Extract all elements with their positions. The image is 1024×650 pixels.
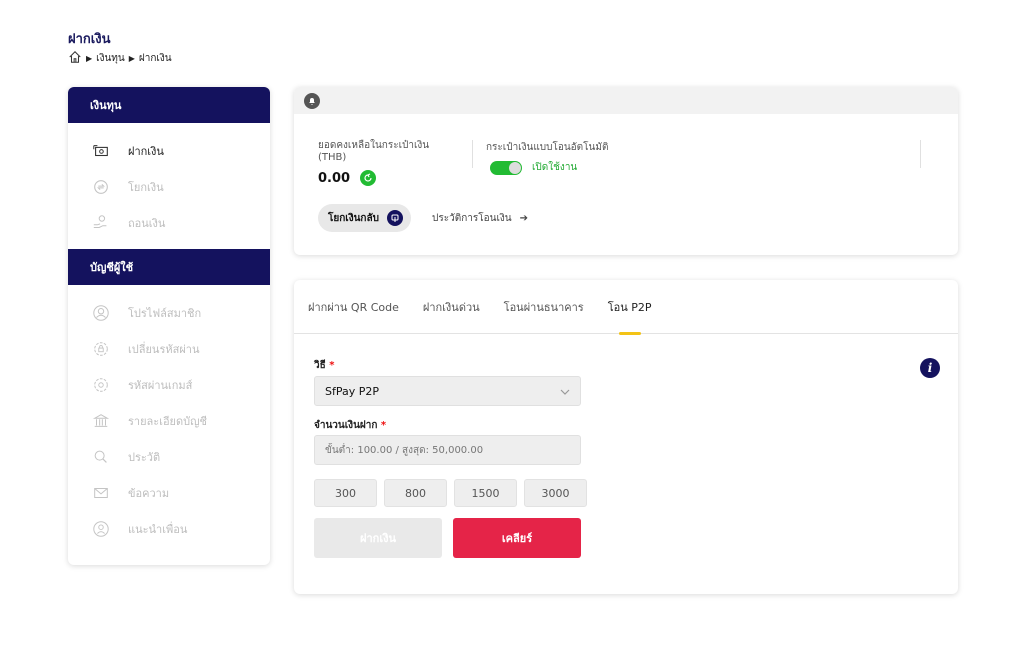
method-select[interactable]: SfPay P2P [314,376,581,406]
sidebar-item-label: รหัสผ่านเกมส์ [128,379,193,392]
sidebar-item-label: โปรไฟล์สมาชิก [128,307,202,320]
quick-amounts: 300 800 1500 3000 [314,479,587,507]
game-password-icon [90,374,112,396]
sidebar-item-label: แนะนำเพื่อน [128,523,188,536]
deposit-tabs: ฝากผ่าน QR Code ฝากเงินด่วน โอนผ่านธนาคา… [294,280,958,334]
sidebar-item-label: ฝากเงิน [128,145,164,158]
sidebar: เงินทุน ฝากเงิน โยกเงิน ถอนเงิน บัญชีผู้… [68,87,270,565]
sidebar-item-messages[interactable]: ข้อความ [68,475,270,511]
required-mark: * [329,360,335,371]
message-icon [90,482,112,504]
profile-icon [90,302,112,324]
sidebar-item-change-password[interactable]: เปลี่ยนรหัสผ่าน [68,331,270,367]
withdraw-icon [90,212,112,234]
auto-wallet-status: เปิดใช้งาน [532,162,578,173]
refresh-icon[interactable] [360,170,377,186]
tab-qr-code[interactable]: ฝากผ่าน QR Code [308,280,399,334]
sidebar-section-funds-title: เงินทุน [68,87,270,123]
method-label: วิธี * [314,360,335,371]
tab-bank-transfer[interactable]: โอนผ่านธนาคาร [504,280,584,334]
amount-label: จำนวนเงินฝาก * [314,420,387,431]
auto-wallet-label: กระเป๋าเงินแบบโอนอัตโนมัติ [486,142,609,153]
wallet-card: ยอดคงเหลือในกระเป๋าเงิน (THB) 0.00 กระเป… [294,87,958,255]
breadcrumb-funds[interactable]: เงินทุน [96,51,125,66]
deposit-button[interactable]: ฝากเงิน [314,518,442,558]
transfer-history-link[interactable]: ประวัติการโอนเงิน ➔ [432,211,528,226]
page-title: ฝากเงิน [68,32,111,47]
notification-bell-icon[interactable] [304,92,320,109]
deposit-icon [90,140,112,162]
sidebar-item-referral[interactable]: แนะนำเพื่อน [68,511,270,547]
chevron-down-icon [560,385,570,398]
quick-amount-800[interactable]: 800 [384,479,447,507]
amount-input[interactable] [314,435,581,465]
breadcrumb: ▶ เงินทุน ▶ ฝากเงิน [68,50,172,67]
sidebar-item-history[interactable]: ประวัติ [68,439,270,475]
password-icon [90,338,112,360]
quick-amount-1500[interactable]: 1500 [454,479,517,507]
tab-quick-deposit[interactable]: ฝากเงินด่วน [423,280,480,334]
wallet-card-header [294,87,958,114]
pull-back-button[interactable]: โยกเงินกลับ [318,204,411,232]
sidebar-item-label: ประวัติ [128,451,161,464]
sidebar-section-account-title: บัญชีผู้ใช้ [68,249,270,285]
sidebar-item-label: ข้อความ [128,487,170,500]
arrow-right-icon: ➔ [519,213,528,224]
sidebar-item-label: เปลี่ยนรหัสผ่าน [128,343,200,356]
balance-display: 0.00 [318,170,377,186]
transfer-icon [90,176,112,198]
breadcrumb-deposit: ฝากเงิน [138,53,172,64]
quick-amount-3000[interactable]: 3000 [524,479,587,507]
referral-icon [90,518,112,540]
clear-button[interactable]: เคลียร์ [453,518,581,558]
home-icon[interactable] [68,50,82,67]
pull-back-icon [386,210,403,226]
sidebar-item-transfer[interactable]: โยกเงิน [68,169,270,205]
balance-value: 0.00 [318,170,351,186]
sidebar-item-game-password[interactable]: รหัสผ่านเกมส์ [68,367,270,403]
divider [472,140,473,168]
sidebar-item-withdraw[interactable]: ถอนเงิน [68,205,270,241]
balance-label: ยอดคงเหลือในกระเป๋าเงิน (THB) [318,140,430,163]
breadcrumb-arrow-icon: ▶ [86,54,93,63]
auto-wallet-toggle-row: เปิดใช้งาน [490,160,577,175]
quick-amount-300[interactable]: 300 [314,479,377,507]
tab-p2p-transfer[interactable]: โอน P2P [608,280,652,334]
sidebar-item-label: โยกเงิน [128,181,164,194]
sidebar-item-deposit[interactable]: ฝากเงิน [68,133,270,169]
sidebar-item-label: ถอนเงิน [128,217,166,230]
auto-wallet-toggle[interactable] [490,160,522,175]
breadcrumb-arrow-icon: ▶ [128,54,135,63]
sidebar-item-account-details[interactable]: รายละเอียดบัญชี [68,403,270,439]
deposit-card: ฝากผ่าน QR Code ฝากเงินด่วน โอนผ่านธนาคา… [294,280,958,594]
divider [920,140,921,168]
bank-icon [90,410,112,432]
info-icon[interactable]: i [920,358,940,378]
sidebar-item-profile[interactable]: โปรไฟล์สมาชิก [68,295,270,331]
history-icon [90,446,112,468]
sidebar-item-label: รายละเอียดบัญชี [128,415,207,428]
required-mark: * [380,420,387,431]
